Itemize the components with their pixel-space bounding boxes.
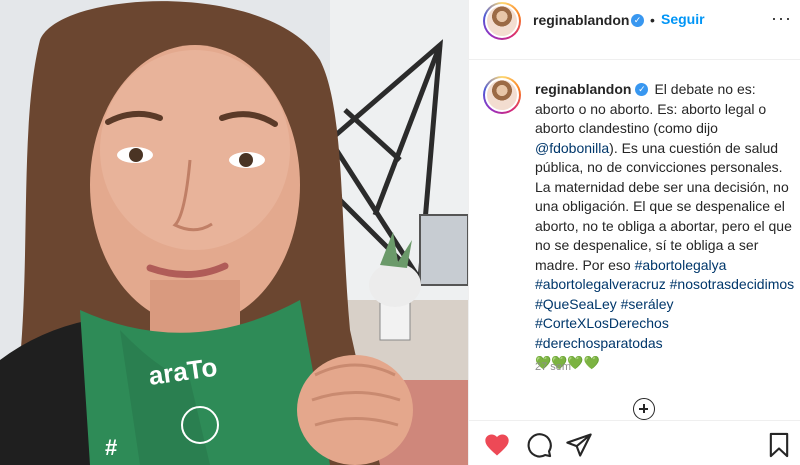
- post-photo[interactable]: araTo #: [0, 0, 468, 465]
- more-options-icon[interactable]: ···: [771, 8, 792, 29]
- post-timestamp[interactable]: 27 sem: [535, 361, 571, 373]
- photo-illustration: araTo #: [0, 0, 468, 465]
- post-header: reginablandon ✓ • Seguir ···: [469, 0, 800, 60]
- bookmark-icon[interactable]: [765, 431, 793, 459]
- follow-button[interactable]: Seguir: [661, 11, 705, 27]
- author-username[interactable]: reginablandon: [533, 12, 629, 28]
- action-bar: [469, 420, 800, 465]
- verified-badge-icon: ✓: [631, 14, 644, 27]
- hashtag-link[interactable]: #nosotrasdecidimos: [670, 276, 795, 292]
- heart-filled-icon[interactable]: [483, 431, 511, 459]
- paper-plane-icon[interactable]: [565, 431, 593, 459]
- separator-dot: •: [650, 12, 655, 28]
- author-avatar[interactable]: [483, 2, 521, 40]
- svg-text:#: #: [105, 435, 117, 460]
- post-detail-panel: reginablandon ✓ • Seguir ··· reginabland…: [468, 0, 800, 465]
- post-caption: reginablandon ✓ El debate no es: aborto o …: [535, 80, 795, 373]
- comment-icon[interactable]: [525, 431, 553, 459]
- mention-link[interactable]: @fdobonilla: [535, 140, 609, 156]
- hashtag-link[interactable]: #seráley: [621, 296, 674, 312]
- hashtag-link[interactable]: #QueSeaLey: [535, 296, 617, 312]
- hashtag-link[interactable]: #CorteXLosDerechos: [535, 315, 669, 331]
- plus-circle-icon[interactable]: [633, 398, 655, 420]
- hashtag-link[interactable]: #abortolegalveracruz: [535, 276, 666, 292]
- verified-badge-icon: ✓: [635, 82, 649, 96]
- caption-text-2: ). Es una cuestión de salud pública, no …: [535, 139, 792, 273]
- caption-author-avatar[interactable]: [483, 76, 521, 114]
- hashtag-link[interactable]: #abortolegalya: [635, 257, 727, 273]
- caption-username[interactable]: reginablandon: [535, 81, 631, 97]
- hashtag-link[interactable]: #derechosparatodas: [535, 335, 663, 351]
